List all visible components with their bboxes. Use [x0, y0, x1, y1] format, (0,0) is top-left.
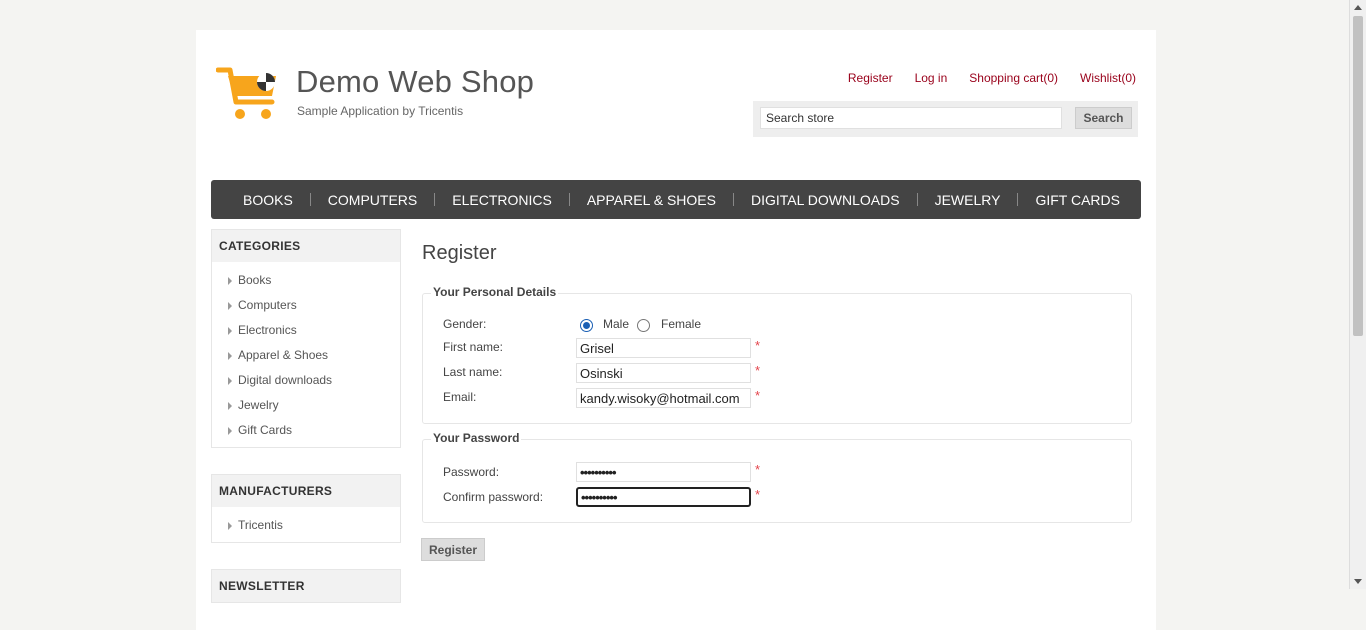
personal-details-legend: Your Personal Details — [431, 285, 559, 299]
first-name-field[interactable] — [576, 338, 751, 358]
search-box: Search — [753, 101, 1138, 137]
search-input[interactable] — [760, 107, 1062, 129]
category-link-computers[interactable]: Computers — [238, 298, 297, 312]
required-mark: * — [755, 388, 761, 403]
manufacturers-title: MANUFACTURERS — [212, 475, 400, 507]
wishlist-link[interactable]: Wishlist(0) — [1080, 71, 1136, 85]
required-mark: * — [755, 338, 761, 353]
manufacturer-link-tricentis[interactable]: Tricentis — [238, 518, 283, 532]
newsletter-title: NEWSLETTER — [212, 570, 400, 602]
category-link-apparel-shoes[interactable]: Apparel & Shoes — [238, 348, 328, 362]
category-link-digital-downloads[interactable]: Digital downloads — [238, 373, 332, 387]
confirm-password-field[interactable] — [576, 487, 751, 507]
list-item: Computers — [212, 293, 400, 318]
category-link-gift-cards[interactable]: Gift Cards — [238, 423, 292, 437]
login-link[interactable]: Log in — [915, 71, 948, 85]
personal-details-fieldset: Your Personal Details Gender: Male Femal… — [422, 285, 1132, 424]
password-fieldset: Your Password Password: * Confirm passwo… — [422, 431, 1132, 523]
gender-male-label[interactable]: Male — [603, 317, 629, 331]
last-name-row: Last name: * — [443, 363, 843, 383]
required-mark: * — [755, 363, 761, 378]
last-name-label: Last name: — [443, 365, 503, 379]
gender-female-radio[interactable] — [637, 319, 650, 332]
list-item: Digital downloads — [212, 368, 400, 393]
gender-label: Gender: — [443, 317, 487, 331]
last-name-field[interactable] — [576, 363, 751, 383]
list-item: Electronics — [212, 318, 400, 343]
confirm-password-row: Confirm password: * — [443, 487, 843, 507]
manufacturers-list: Tricentis — [212, 507, 400, 542]
category-link-jewelry[interactable]: Jewelry — [238, 398, 279, 412]
menu-item-gift-cards[interactable]: GIFT CARDS — [1018, 192, 1137, 208]
menu-item-books[interactable]: BOOKS — [226, 192, 310, 208]
scroll-down-arrow-icon[interactable] — [1354, 579, 1362, 584]
menu-item-apparel-shoes[interactable]: APPAREL & SHOES — [570, 192, 733, 208]
categories-block: CATEGORIES Books Computers Electronics A… — [211, 229, 401, 448]
list-item: Books — [212, 268, 400, 293]
scroll-up-arrow-icon[interactable] — [1354, 5, 1362, 10]
list-item: Gift Cards — [212, 418, 400, 443]
menu-item-jewelry[interactable]: JEWELRY — [918, 192, 1018, 208]
menu-item-digital-downloads[interactable]: DIGITAL DOWNLOADS — [734, 192, 917, 208]
shopping-cart-icon[interactable] — [216, 66, 282, 122]
register-link[interactable]: Register — [848, 71, 893, 85]
manufacturers-block: MANUFACTURERS Tricentis — [211, 474, 401, 543]
newsletter-block: NEWSLETTER — [211, 569, 401, 603]
gender-female-label[interactable]: Female — [661, 317, 701, 331]
gender-row: Gender: Male Female — [443, 317, 843, 337]
page-title: Register — [422, 242, 497, 264]
password-label: Password: — [443, 465, 500, 479]
category-link-books[interactable]: Books — [238, 273, 271, 287]
list-item: Tricentis — [212, 513, 400, 538]
site-subtitle: Sample Application by Tricentis — [297, 104, 464, 118]
scroll-thumb[interactable] — [1353, 16, 1363, 336]
email-field[interactable] — [576, 388, 751, 408]
gender-male-radio[interactable] — [580, 319, 593, 332]
menu-item-computers[interactable]: COMPUTERS — [311, 192, 434, 208]
menu-item-electronics[interactable]: ELECTRONICS — [435, 192, 569, 208]
email-row: Email: * — [443, 388, 843, 408]
first-name-label: First name: — [443, 340, 504, 354]
first-name-row: First name: * — [443, 338, 843, 358]
categories-list: Books Computers Electronics Apparel & Sh… — [212, 262, 400, 447]
list-item: Jewelry — [212, 393, 400, 418]
required-mark: * — [755, 462, 761, 477]
password-row: Password: * — [443, 462, 843, 482]
required-mark: * — [755, 487, 761, 502]
password-field[interactable] — [576, 462, 751, 482]
header-links: Register Log in Shopping cart(0) Wishlis… — [848, 71, 1136, 85]
categories-title: CATEGORIES — [212, 230, 400, 262]
page-container: Demo Web Shop Sample Application by Tric… — [196, 30, 1156, 630]
confirm-password-label: Confirm password: — [443, 490, 544, 504]
register-button[interactable]: Register — [421, 538, 485, 561]
password-legend: Your Password — [431, 431, 522, 445]
list-item: Apparel & Shoes — [212, 343, 400, 368]
site-title[interactable]: Demo Web Shop — [296, 64, 534, 100]
search-button[interactable]: Search — [1075, 107, 1132, 129]
category-link-electronics[interactable]: Electronics — [238, 323, 297, 337]
scrollbar[interactable] — [1349, 0, 1366, 589]
top-menu: BOOKS COMPUTERS ELECTRONICS APPAREL & SH… — [211, 180, 1141, 219]
shopping-cart-link[interactable]: Shopping cart(0) — [969, 71, 1058, 85]
email-label: Email: — [443, 390, 477, 404]
